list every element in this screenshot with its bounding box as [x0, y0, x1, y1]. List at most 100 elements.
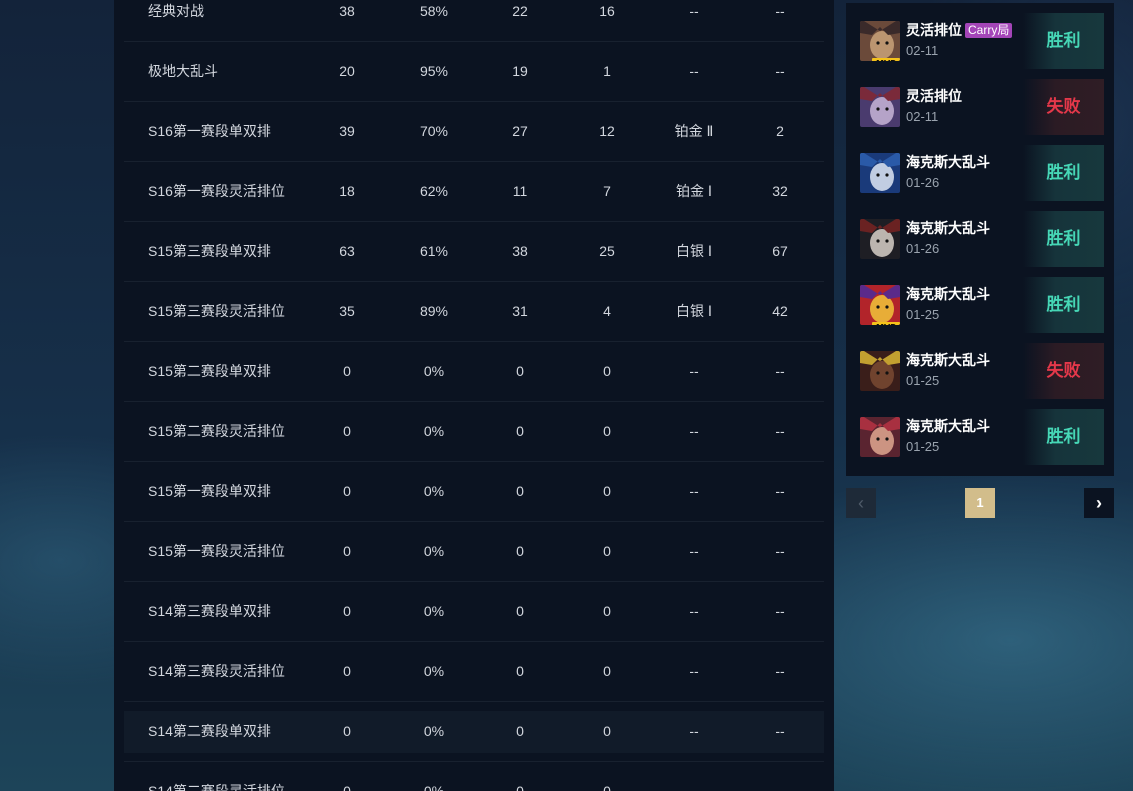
stat-mode-name: S15第三赛段单双排 [148, 243, 271, 259]
stat-rank: -- [689, 363, 699, 379]
stat-wins: 38 [512, 243, 528, 259]
table-row[interactable]: 经典对战 38 58% 22 16 -- -- [124, 0, 824, 42]
match-result-badge: 胜利 [1023, 277, 1104, 333]
match-result-badge: 胜利 [1023, 409, 1104, 465]
stat-points: 67 [772, 243, 788, 259]
stat-games: 0 [343, 663, 351, 679]
stat-wins: 0 [516, 363, 524, 379]
match-mode-label: 海克斯大乱斗 [906, 286, 990, 302]
match-result-badge: 胜利 [1023, 13, 1104, 69]
stat-losses: 0 [603, 603, 611, 619]
champion-portrait-icon [860, 219, 900, 259]
match-list-item[interactable]: MVP 灵活排位Carry局 02-11 胜利 [860, 13, 1104, 69]
stat-losses: 0 [603, 783, 611, 791]
table-row[interactable]: S14第三赛段单双排 0 0% 0 0 -- -- [124, 581, 824, 642]
stat-wins: 22 [512, 3, 528, 19]
stat-mode-name: S15第三赛段灵活排位 [148, 303, 285, 319]
table-row[interactable]: S15第二赛段单双排 0 0% 0 0 -- -- [124, 341, 824, 402]
match-list-item[interactable]: 海克斯大乱斗 01-26 胜利 [860, 211, 1104, 267]
stat-mode-name: S16第一赛段灵活排位 [148, 183, 285, 199]
match-date: 02-11 [906, 43, 939, 58]
match-list-item[interactable]: 海克斯大乱斗 01-25 胜利 [860, 409, 1104, 465]
stat-mode-name: S15第一赛段单双排 [148, 483, 271, 499]
match-mode: 灵活排位 Carry局 [906, 20, 1013, 40]
stat-games: 0 [343, 543, 351, 559]
stat-wins: 0 [516, 723, 524, 739]
pagination-next-button[interactable]: › [1084, 488, 1114, 518]
stat-mode-name: S14第二赛段灵活排位 [148, 783, 285, 791]
stat-games: 18 [339, 183, 355, 199]
match-result-badge: 胜利 [1023, 145, 1104, 201]
match-mode: 海克斯大乱斗 [906, 350, 990, 370]
match-result-badge: 胜利 [1023, 211, 1104, 267]
table-row[interactable]: 极地大乱斗 20 95% 19 1 -- -- [124, 41, 824, 102]
match-list-item[interactable]: MVP 海克斯大乱斗 01-25 胜利 [860, 277, 1104, 333]
match-date: 01-26 [906, 241, 940, 256]
recent-matches-list: MVP灵活排位Carry局02-11胜利灵活排位02-11失败海克斯大乱斗01-… [846, 3, 1114, 476]
stat-points: 32 [772, 183, 788, 199]
table-row[interactable]: S15第三赛段灵活排位 35 89% 31 4 白银 Ⅰ 42 [124, 281, 824, 342]
stat-mode-name: S14第三赛段灵活排位 [148, 663, 285, 679]
match-date: 01-25 [906, 439, 940, 454]
stat-losses: 16 [599, 3, 615, 19]
stat-winrate: 0% [423, 723, 445, 739]
stat-rank: 铂金 Ⅰ [675, 183, 713, 199]
mvp-badge: MVP [872, 58, 900, 61]
stat-games: 0 [343, 483, 351, 499]
match-result-badge: 失败 [1023, 343, 1104, 399]
match-mode-label: 灵活排位 [906, 88, 962, 104]
stat-rank: -- [689, 3, 699, 19]
stat-winrate: 0% [423, 783, 445, 791]
stat-rank: 白银 Ⅰ [675, 243, 713, 259]
stat-losses: 12 [599, 123, 615, 139]
stat-games: 63 [339, 243, 355, 259]
stat-winrate: 0% [423, 603, 445, 619]
stat-winrate: 62% [419, 183, 449, 199]
pagination-page-1[interactable]: 1 [965, 488, 995, 518]
match-list-item[interactable]: 灵活排位 02-11 失败 [860, 79, 1104, 135]
mvp-badge: MVP [872, 322, 900, 325]
stat-wins: 11 [512, 183, 528, 199]
match-date: 01-25 [906, 307, 940, 322]
stat-winrate: 95% [419, 63, 449, 79]
table-row[interactable]: S14第三赛段灵活排位 0 0% 0 0 -- -- [124, 641, 824, 702]
stat-wins: 0 [516, 603, 524, 619]
stat-rank: -- [689, 663, 699, 679]
match-mode-label: 海克斯大乱斗 [906, 352, 990, 368]
match-date: 01-26 [906, 175, 940, 190]
stat-rank: 铂金 Ⅱ [674, 123, 714, 139]
table-row[interactable]: S16第一赛段灵活排位 18 62% 11 7 铂金 Ⅰ 32 [124, 161, 824, 222]
table-row[interactable]: S15第一赛段单双排 0 0% 0 0 -- -- [124, 461, 824, 522]
match-mode-label: 海克斯大乱斗 [906, 220, 990, 236]
stat-winrate: 70% [419, 123, 449, 139]
stat-points: 42 [772, 303, 788, 319]
stat-games: 20 [339, 63, 355, 79]
match-mode-label: 海克斯大乱斗 [906, 418, 990, 434]
stat-losses: 4 [603, 303, 611, 319]
stat-wins: 0 [516, 663, 524, 679]
table-row[interactable]: S15第三赛段单双排 63 61% 38 25 白银 Ⅰ 67 [124, 221, 824, 282]
match-list-item[interactable]: 海克斯大乱斗 01-26 胜利 [860, 145, 1104, 201]
stat-games: 0 [343, 363, 351, 379]
stat-rank: -- [689, 483, 699, 499]
table-row[interactable]: S16第一赛段单双排 39 70% 27 12 铂金 Ⅱ 2 [124, 101, 824, 162]
stat-losses: 0 [603, 663, 611, 679]
champion-portrait-icon [860, 417, 900, 457]
stat-points: -- [775, 723, 785, 739]
champion-portrait-icon [860, 351, 900, 391]
table-row[interactable]: S15第二赛段灵活排位 0 0% 0 0 -- -- [124, 401, 824, 462]
table-row[interactable]: S15第一赛段灵活排位 0 0% 0 0 -- -- [124, 521, 824, 582]
stat-rank: -- [689, 783, 699, 791]
pagination-prev-button[interactable]: ‹ [846, 488, 876, 518]
stat-games: 38 [339, 3, 355, 19]
stat-mode-name: S15第二赛段单双排 [148, 363, 271, 379]
stat-losses: 25 [599, 243, 615, 259]
match-list-item[interactable]: 海克斯大乱斗 01-25 失败 [860, 343, 1104, 399]
table-row[interactable]: S14第二赛段灵活排位 0 0% 0 0 -- -- [124, 761, 824, 791]
champion-portrait-icon: MVP [860, 21, 900, 61]
table-row[interactable]: S14第二赛段单双排 0 0% 0 0 -- -- [124, 701, 824, 762]
stat-mode-name: S15第二赛段灵活排位 [148, 423, 285, 439]
stat-losses: 0 [603, 723, 611, 739]
match-mode: 海克斯大乱斗 [906, 284, 990, 304]
stat-mode-name: S14第二赛段单双排 [148, 723, 271, 739]
